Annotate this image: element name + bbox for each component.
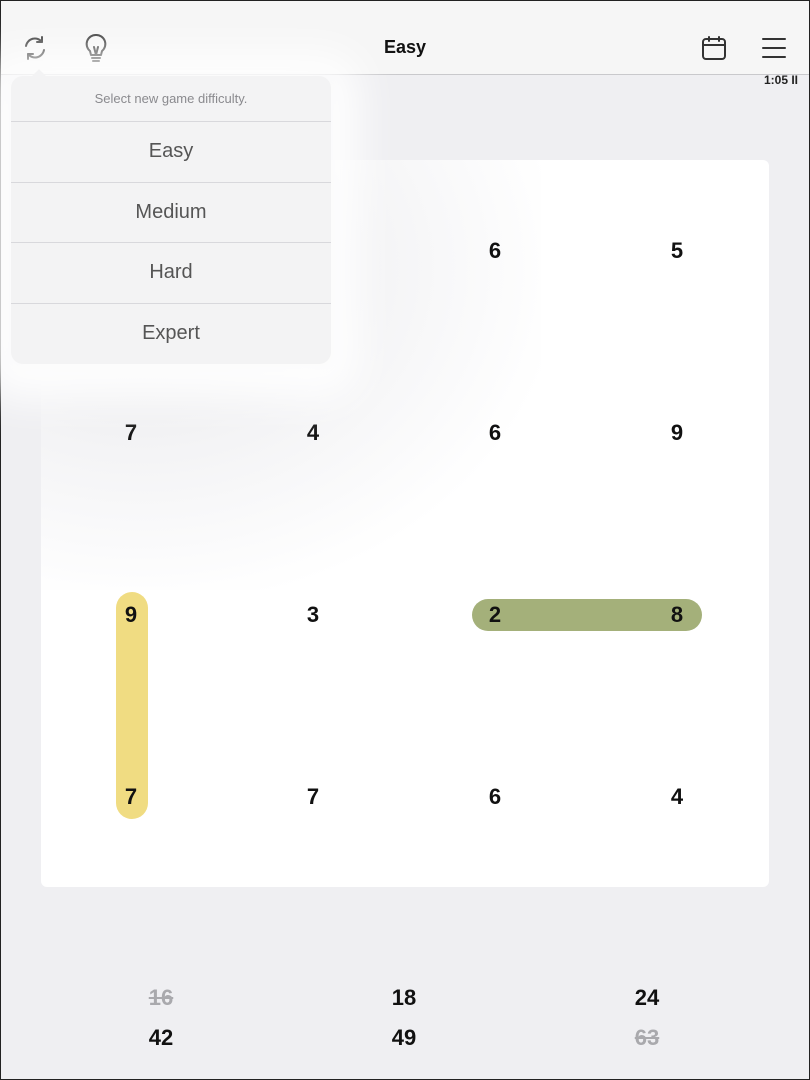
calendar-icon[interactable] [694, 28, 734, 68]
board-cell[interactable]: 4 [647, 777, 707, 817]
menu-icon[interactable] [754, 28, 794, 68]
board-cell[interactable]: 7 [283, 777, 343, 817]
board-cell[interactable]: 6 [465, 231, 525, 271]
target-sum: 18 [391, 985, 417, 1010]
difficulty-popover: Select new game difficulty. Easy Medium … [11, 76, 331, 364]
board-cell[interactable]: 6 [465, 777, 525, 817]
board-cell[interactable]: 7 [101, 777, 161, 817]
page-title: Easy [383, 37, 427, 57]
board-cell[interactable]: 6 [465, 413, 525, 453]
board-cell[interactable]: 5 [647, 231, 707, 271]
board-cell[interactable]: 4 [283, 413, 343, 453]
game-timer[interactable]: 1:05 II [764, 73, 798, 87]
target-sum: 42 [148, 1025, 174, 1050]
board-cell[interactable]: 9 [101, 595, 161, 635]
difficulty-option-expert[interactable]: Expert [11, 304, 331, 365]
target-sum: 24 [634, 985, 660, 1010]
popover-prompt: Select new game difficulty. [11, 76, 331, 122]
difficulty-option-medium[interactable]: Medium [11, 183, 331, 243]
board-cell[interactable]: 3 [283, 595, 343, 635]
board-cell[interactable]: 7 [101, 413, 161, 453]
target-sum: 49 [391, 1025, 417, 1050]
board-cell[interactable]: 8 [647, 595, 707, 635]
board-cell[interactable]: 9 [647, 413, 707, 453]
difficulty-option-hard[interactable]: Hard [11, 243, 331, 304]
target-sum: 16 [148, 985, 174, 1010]
target-sum: 63 [634, 1025, 660, 1050]
popover-arrow [29, 69, 49, 79]
top-bar: Easy [0, 0, 810, 75]
board-cell[interactable]: 2 [465, 595, 525, 635]
difficulty-option-easy[interactable]: Easy [11, 122, 331, 183]
